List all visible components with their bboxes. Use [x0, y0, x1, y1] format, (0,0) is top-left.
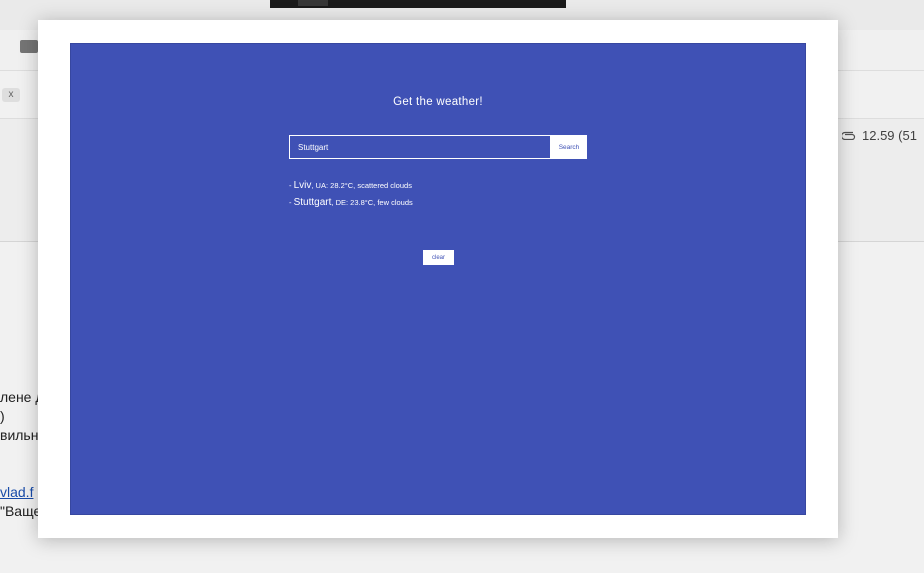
result-details: , UA: 28.2°C, scattered clouds: [311, 181, 412, 190]
result-city: Stuttgart: [293, 197, 332, 208]
weather-results-list: - Lviv, UA: 28.2°C, scattered clouds - S…: [289, 177, 413, 211]
result-details: , DE: 23.8°C, few clouds: [331, 198, 413, 207]
result-city: Lviv: [293, 180, 312, 191]
search-bar: Search: [289, 135, 587, 159]
weather-app-frame: Get the weather! Search - Lviv, UA: 28.2…: [70, 43, 806, 515]
modal-dialog: Get the weather! Search - Lviv, UA: 28.2…: [38, 20, 838, 538]
search-button[interactable]: Search: [551, 135, 587, 159]
city-search-input[interactable]: [289, 135, 551, 159]
weather-result-item: - Lviv, UA: 28.2°C, scattered clouds: [289, 177, 413, 194]
clear-button[interactable]: clear: [423, 250, 454, 265]
page-title: Get the weather!: [393, 96, 483, 108]
weather-result-item: - Stuttgart, DE: 23.8°C, few clouds: [289, 194, 413, 211]
